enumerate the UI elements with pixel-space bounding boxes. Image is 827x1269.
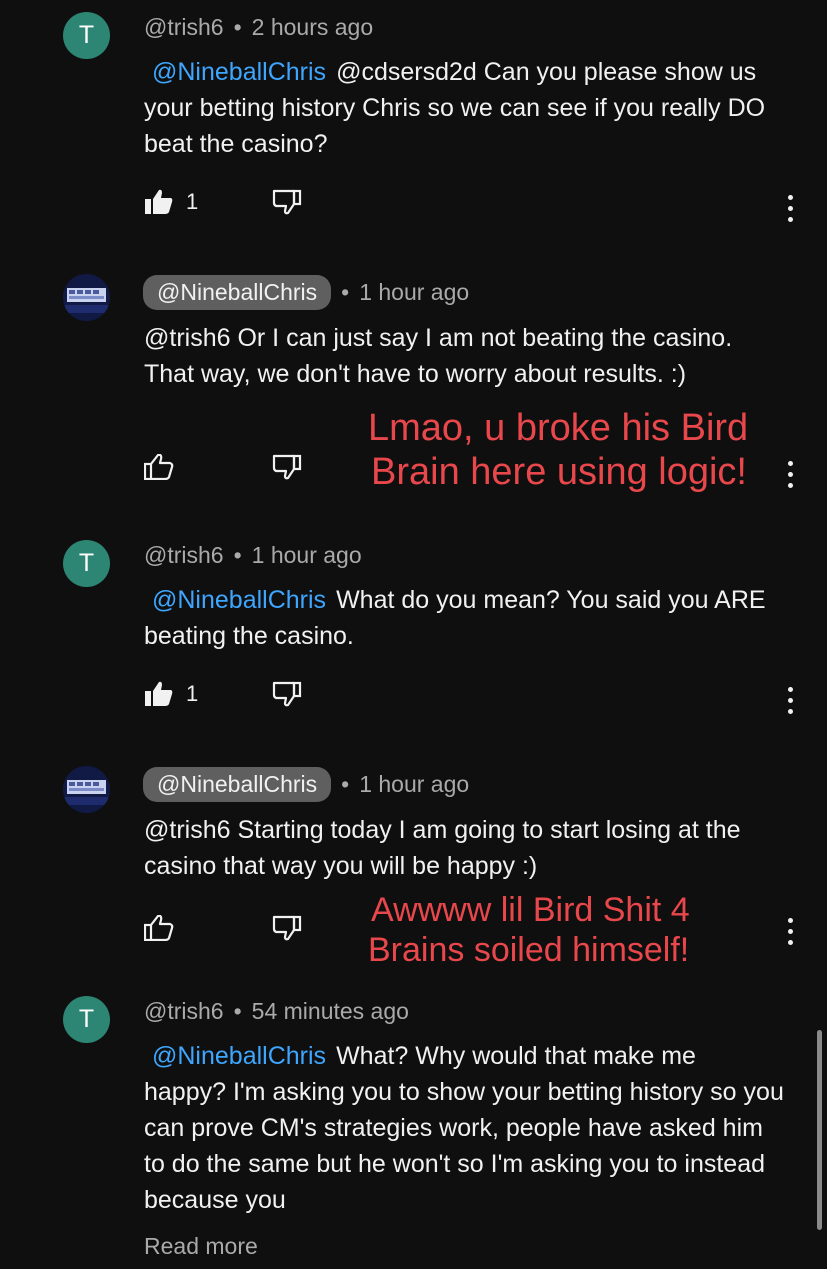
mention-link[interactable]: @NineballChris xyxy=(152,1042,326,1070)
meta-separator: • xyxy=(341,771,350,797)
dislike-button[interactable] xyxy=(272,681,302,707)
creator-handle-badge[interactable]: @NineballChris xyxy=(143,275,332,310)
thumbs-up-filled-icon xyxy=(145,681,173,706)
comment-author[interactable]: @trish6 xyxy=(144,14,224,41)
channel-avatar-image xyxy=(63,274,110,321)
avatar[interactable] xyxy=(63,274,110,321)
comment-meta: @NineballChris • 1 hour ago xyxy=(143,275,469,310)
more-vert-icon[interactable] xyxy=(782,913,798,949)
mention-link[interactable]: @NineballChris xyxy=(152,58,326,86)
comment-time[interactable]: 1 hour ago xyxy=(252,542,362,569)
comment-time[interactable]: 54 minutes ago xyxy=(252,998,409,1025)
comment-meta: @NineballChris • 1 hour ago xyxy=(143,767,469,802)
like-count: 1 xyxy=(186,189,199,214)
comment-meta: @trish6 • 2 hours ago xyxy=(144,14,373,41)
dislike-button[interactable] xyxy=(272,189,302,215)
more-vert-icon[interactable] xyxy=(782,682,798,718)
thumbs-down-outline-icon xyxy=(272,454,302,480)
comment-text: @trish6 Starting today I am going to sta… xyxy=(144,816,741,880)
comment-text: @NineballChris @cdsersd2d Can you please … xyxy=(144,58,766,158)
like-button[interactable]: 1 xyxy=(144,189,198,215)
comment-text: @NineballChris What do you mean? You said… xyxy=(144,586,766,650)
comment-time[interactable]: 1 hour ago xyxy=(359,279,469,306)
comment-text: @NineballChris What? Why would that make … xyxy=(144,1042,784,1214)
thumbs-down-outline-icon xyxy=(272,189,302,215)
thumbs-up-outline-icon xyxy=(144,915,174,941)
thumbs-up-outline-icon xyxy=(144,454,174,480)
annotation-text: Awwww lil Bird Shit 4 Brains soiled hims… xyxy=(368,891,690,969)
comment-text: @trish6 Or I can just say I am not beati… xyxy=(144,324,733,388)
comment-author[interactable]: @trish6 xyxy=(144,542,224,569)
more-vert-icon[interactable] xyxy=(782,190,798,226)
scrollbar[interactable] xyxy=(817,1030,822,1230)
annotation-text: Lmao, u broke his Bird Brain here using … xyxy=(368,407,749,493)
avatar[interactable]: T xyxy=(63,540,110,587)
creator-handle-badge[interactable]: @NineballChris xyxy=(143,767,332,802)
thumbs-up-filled-icon xyxy=(145,189,173,214)
like-count: 1 xyxy=(186,681,199,706)
avatar[interactable] xyxy=(63,766,110,813)
comment-meta: @trish6 • 1 hour ago xyxy=(144,542,362,569)
more-vert-icon[interactable] xyxy=(782,456,798,492)
like-button[interactable]: 1 xyxy=(144,681,198,707)
dislike-button[interactable] xyxy=(272,915,302,941)
thumbs-down-outline-icon xyxy=(272,915,302,941)
like-button[interactable] xyxy=(144,915,174,941)
mention-link[interactable]: @NineballChris xyxy=(152,586,326,614)
comment-actions: 1 xyxy=(144,189,804,229)
channel-avatar-image xyxy=(63,766,110,813)
meta-separator: • xyxy=(233,542,242,568)
meta-separator: • xyxy=(233,14,242,40)
avatar[interactable]: T xyxy=(63,12,110,59)
read-more-link[interactable]: Read more xyxy=(144,1233,258,1260)
meta-separator: • xyxy=(233,998,242,1024)
avatar[interactable]: T xyxy=(63,996,110,1043)
comment-actions: 1 xyxy=(144,681,804,721)
comment-author[interactable]: @trish6 xyxy=(144,998,224,1025)
meta-separator: • xyxy=(341,279,350,305)
dislike-button[interactable] xyxy=(272,454,302,480)
comment-time[interactable]: 2 hours ago xyxy=(252,14,373,41)
comment-time[interactable]: 1 hour ago xyxy=(359,771,469,798)
like-button[interactable] xyxy=(144,454,174,480)
comment-meta: @trish6 • 54 minutes ago xyxy=(144,998,409,1025)
thumbs-down-outline-icon xyxy=(272,681,302,707)
